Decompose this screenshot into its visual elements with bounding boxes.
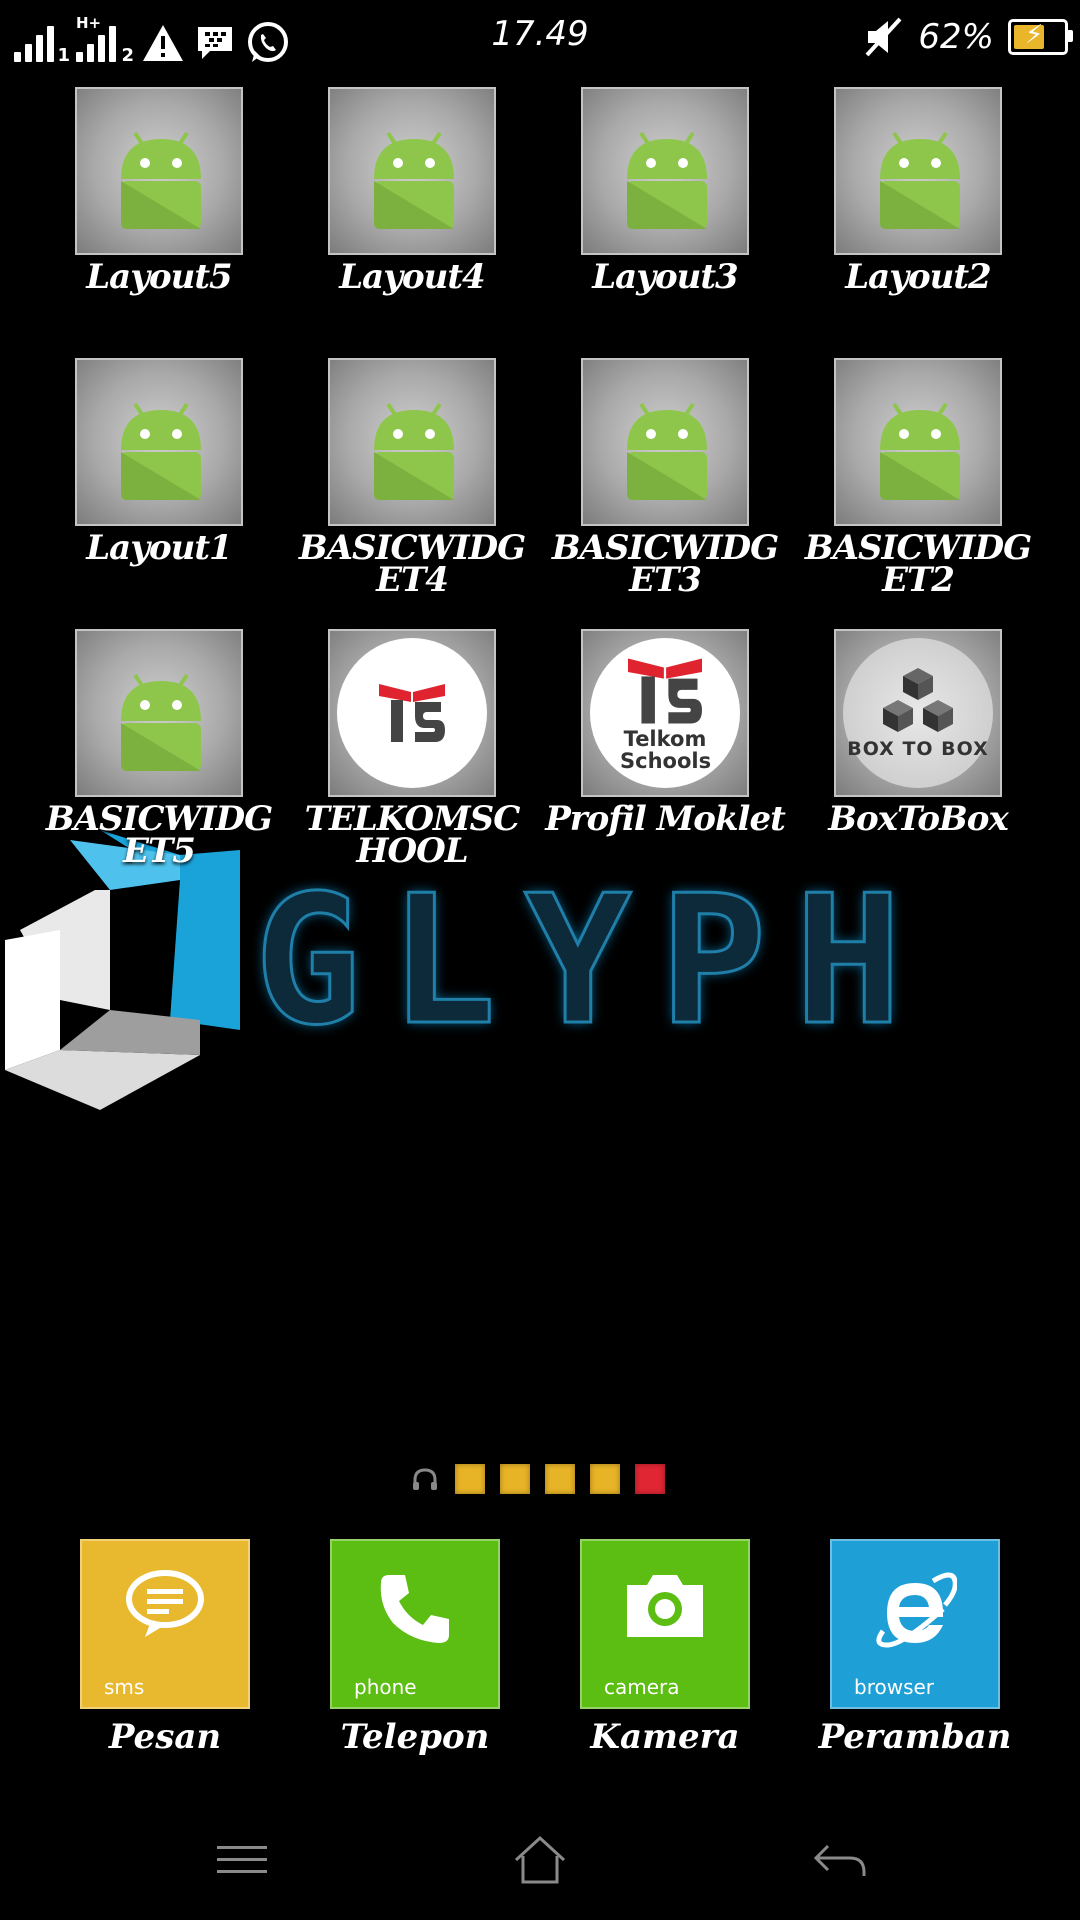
- home-icon[interactable]: [510, 1830, 570, 1890]
- app-label: Layout5: [86, 257, 232, 297]
- back-icon[interactable]: [810, 1830, 870, 1890]
- sms-tile: sms: [80, 1539, 250, 1709]
- dock-app-kamera[interactable]: camera Kamera: [545, 1539, 785, 1757]
- tile-caption: browser: [854, 1675, 935, 1699]
- app-label: Layout2: [845, 257, 991, 297]
- chat-bubble-icon: [126, 1570, 204, 1637]
- status-bar[interactable]: 1 H+ 2 17.49 62% ⚡: [0, 0, 1080, 76]
- dock-app-peramban[interactable]: browser Peramban: [795, 1539, 1035, 1757]
- telkom-schools-logo: [328, 629, 496, 797]
- app-label: BASICWIDGET5: [45, 799, 273, 871]
- app-layout2[interactable]: Layout2: [798, 87, 1038, 297]
- app-layout1[interactable]: Layout1: [39, 358, 279, 568]
- charging-bolt-icon: ⚡: [1025, 20, 1044, 50]
- navigation-bar: [0, 1800, 1080, 1920]
- android-icon: [834, 87, 1002, 255]
- telkom-logo-circle: [337, 638, 487, 788]
- ts-emblem-icon: [379, 684, 445, 742]
- android-icon: [75, 358, 243, 526]
- dock-label: Kamera: [590, 1717, 740, 1757]
- app-label: Layout4: [339, 257, 485, 297]
- mute-icon: [864, 15, 904, 59]
- app-basicwidget2[interactable]: BASICWIDGET2: [798, 358, 1038, 600]
- app-layout4[interactable]: Layout4: [292, 87, 532, 297]
- menu-icon[interactable]: [212, 1830, 272, 1890]
- page-indicator[interactable]: [410, 1464, 665, 1494]
- browser-tile: browser: [830, 1539, 1000, 1709]
- app-basicwidget5[interactable]: BASICWIDGET5: [39, 629, 279, 871]
- app-label: Profil Moklet: [545, 799, 786, 839]
- box-to-box-logo: BOX TO BOX: [834, 629, 1002, 797]
- page-dot[interactable]: [455, 1464, 485, 1494]
- page-dot[interactable]: [590, 1464, 620, 1494]
- dock-app-pesan[interactable]: sms Pesan: [45, 1539, 285, 1757]
- dock-label: Pesan: [108, 1717, 222, 1757]
- android-icon: [328, 358, 496, 526]
- camera-icon: [627, 1575, 703, 1637]
- boxtobox-logo-circle: BOX TO BOX: [843, 638, 993, 788]
- android-icon: [328, 87, 496, 255]
- phone-icon: [380, 1575, 449, 1643]
- app-label: TELKOMSCHOOL: [304, 799, 521, 871]
- app-telkomschool[interactable]: TELKOMSCHOOL: [292, 629, 532, 871]
- page-dot[interactable]: [545, 1464, 575, 1494]
- app-profil-moklet[interactable]: Telkom Schools Profil Moklet: [545, 629, 786, 839]
- tile-caption: camera: [604, 1675, 680, 1699]
- battery-charging-icon: ⚡: [1008, 19, 1073, 55]
- tile-caption: sms: [104, 1675, 145, 1699]
- app-label: BASICWIDGET2: [804, 528, 1032, 600]
- app-label: BASICWIDGET3: [551, 528, 779, 600]
- phone-tile: phone: [330, 1539, 500, 1709]
- app-boxtobox[interactable]: BOX TO BOX BoxToBox: [798, 629, 1038, 839]
- dock-label: Peramban: [818, 1717, 1012, 1757]
- glyph-wordmark: GLYPH: [253, 857, 930, 1064]
- app-basicwidget3[interactable]: BASICWIDGET3: [545, 358, 785, 600]
- dock-app-telepon[interactable]: phone Telepon: [295, 1539, 535, 1757]
- app-label: BASICWIDGET4: [298, 528, 526, 600]
- logo-caption: BOX TO BOX: [847, 738, 989, 760]
- page-dot-active[interactable]: [635, 1464, 665, 1494]
- telkom-schools-logo: Telkom Schools: [581, 629, 749, 797]
- logo-caption: Telkom Schools: [620, 727, 712, 773]
- ts-emblem-icon: [628, 658, 702, 724]
- telkom-logo-circle: Telkom Schools: [590, 638, 740, 788]
- android-icon: [75, 87, 243, 255]
- app-layout3[interactable]: Layout3: [545, 87, 785, 297]
- battery-percent: 62%: [918, 17, 994, 57]
- app-layout5[interactable]: Layout5: [39, 87, 279, 297]
- dock-label: Telepon: [340, 1717, 490, 1757]
- cube-stack-icon: [883, 668, 953, 732]
- page-dot[interactable]: [500, 1464, 530, 1494]
- camera-tile: camera: [580, 1539, 750, 1709]
- tile-caption: phone: [354, 1675, 417, 1699]
- app-label: BoxToBox: [828, 799, 1008, 839]
- android-icon: [75, 629, 243, 797]
- android-icon: [834, 358, 1002, 526]
- app-basicwidget4[interactable]: BASICWIDGET4: [292, 358, 532, 600]
- android-icon: [581, 358, 749, 526]
- app-label: Layout1: [86, 528, 232, 568]
- app-label: Layout3: [592, 257, 738, 297]
- headphones-icon: [413, 1468, 437, 1490]
- android-icon: [581, 87, 749, 255]
- internet-explorer-icon: [876, 1572, 957, 1648]
